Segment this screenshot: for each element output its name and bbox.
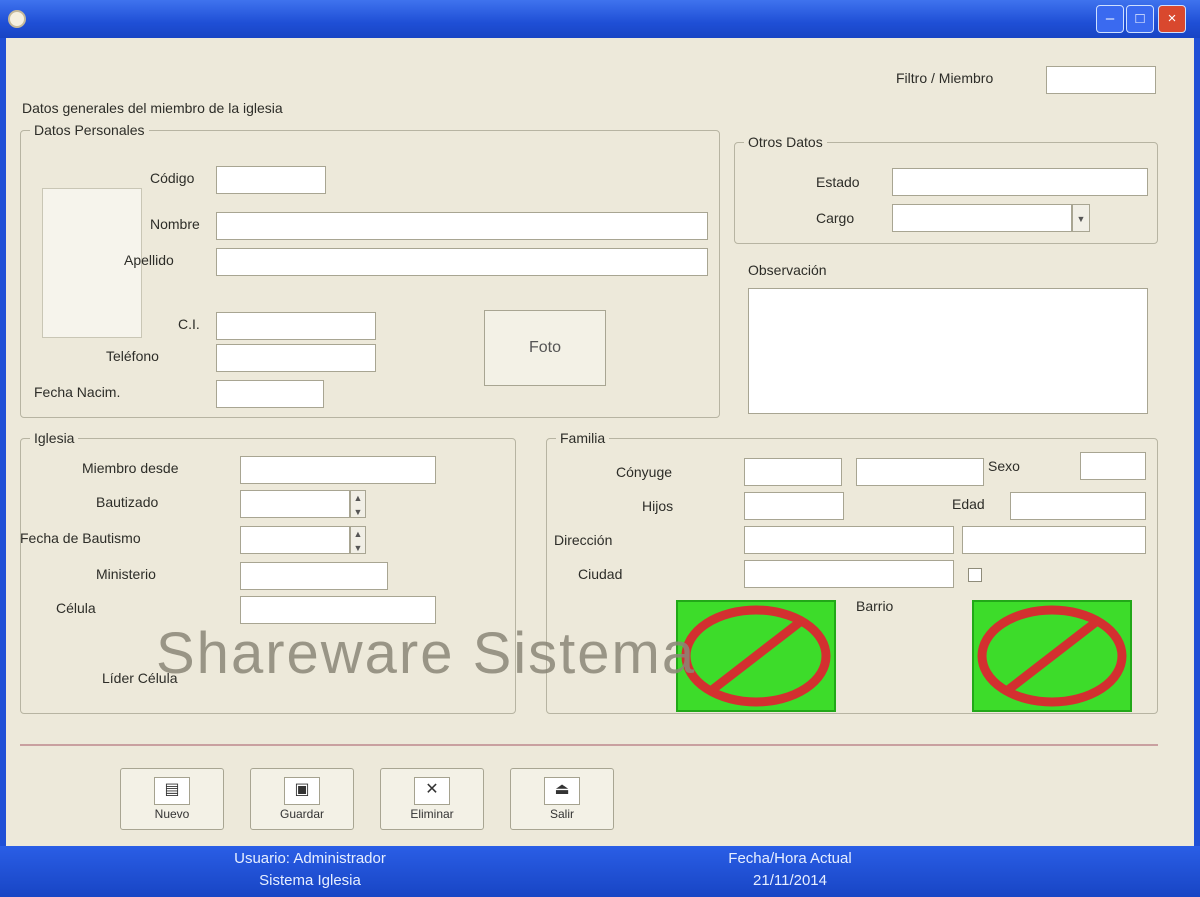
church-field5-label: Célula: [56, 600, 96, 616]
personal-data-legend: Datos Personales: [30, 122, 149, 138]
separator-line: [20, 744, 1158, 746]
no-entry-icon[interactable]: [676, 600, 836, 712]
status-datetime-label: Fecha/Hora Actual: [728, 850, 852, 867]
extra-data-legend: Otros Datos: [744, 134, 827, 150]
delete-icon: ✕: [414, 777, 450, 805]
new-document-icon: ▤: [154, 777, 190, 805]
family-field1b-input[interactable]: [856, 458, 984, 486]
exit-button[interactable]: ⏏ Salir: [510, 768, 614, 830]
last-name-label: Apellido: [124, 252, 174, 268]
family-field7-input[interactable]: [1010, 492, 1146, 520]
church-field4-input[interactable]: [240, 562, 388, 590]
birth-date-input[interactable]: [216, 380, 324, 408]
family-field3-label: Dirección: [554, 532, 613, 548]
family-checkbox[interactable]: [968, 568, 982, 582]
church-field2-spinner-icon[interactable]: ▲ ▼: [350, 490, 366, 518]
app-icon[interactable]: [8, 10, 26, 28]
extra-field1-label: Estado: [816, 174, 860, 190]
photo-button[interactable]: Foto: [484, 310, 606, 386]
save-button-label: Guardar: [279, 807, 325, 821]
new-button-label: Nuevo: [154, 807, 190, 821]
delete-button[interactable]: ✕ Eliminar: [380, 768, 484, 830]
family-field5-label: Barrio: [856, 598, 894, 614]
extra-field2-select[interactable]: [892, 204, 1072, 232]
no-entry-icon-graphic-2: [977, 605, 1127, 707]
family-field2-label: Hijos: [642, 498, 674, 514]
id-input[interactable]: [216, 166, 326, 194]
filter-input[interactable]: [1046, 66, 1156, 94]
church-field3-label: Fecha de Bautismo: [20, 530, 141, 546]
church-field2-label: Bautizado: [96, 494, 159, 510]
church-field4-label: Ministerio: [96, 566, 156, 582]
family-field6-label: Sexo: [988, 458, 1020, 474]
family-field7-label: Edad: [952, 496, 985, 512]
phone-input[interactable]: [216, 344, 376, 372]
ci-input[interactable]: [216, 312, 376, 340]
phone-label: Teléfono: [106, 348, 159, 364]
save-disk-icon: ▣: [284, 777, 320, 805]
close-button[interactable]: ×: [1158, 5, 1186, 33]
save-button[interactable]: ▣ Guardar: [250, 768, 354, 830]
family-field4-label: Ciudad: [578, 566, 623, 582]
status-bar: Usuario: Administrador Sistema Iglesia F…: [0, 846, 1200, 897]
new-button[interactable]: ▤ Nuevo: [120, 768, 224, 830]
maximize-button[interactable]: □: [1126, 5, 1154, 33]
family-field1-label: Cónyuge: [616, 464, 673, 480]
window-client-area: Filtro / Miembro Datos generales del mie…: [6, 38, 1194, 846]
family-field2-input[interactable]: [744, 492, 844, 520]
church-legend: Iglesia: [30, 430, 79, 446]
last-name-input[interactable]: [216, 248, 708, 276]
church-field2-input[interactable]: [240, 490, 350, 518]
watermark-text: Shareware Sistema: [156, 621, 697, 686]
minimize-button[interactable]: –: [1096, 5, 1124, 33]
form-header: Datos generales del miembro de la iglesi…: [22, 100, 283, 116]
notes-label: Observación: [748, 262, 827, 278]
family-field4-input[interactable]: [744, 560, 954, 588]
first-name-input[interactable]: [216, 212, 708, 240]
family-field3-input[interactable]: [744, 526, 954, 554]
family-field6-select[interactable]: [1080, 452, 1146, 480]
church-field1-input[interactable]: [240, 456, 436, 484]
filter-label: Filtro / Miembro: [896, 70, 994, 86]
extra-field1-input[interactable]: [892, 168, 1148, 196]
church-field3-input[interactable]: [240, 526, 350, 554]
ci-label: C.I.: [178, 316, 200, 332]
church-field1-label: Miembro desde: [82, 460, 179, 476]
status-system: Sistema Iglesia: [259, 872, 361, 889]
exit-button-label: Salir: [549, 807, 574, 821]
id-label: Código: [150, 170, 195, 186]
no-entry-icon-graphic: [681, 605, 831, 707]
family-legend: Familia: [556, 430, 610, 446]
title-bar[interactable]: – □ ×: [0, 0, 1200, 38]
first-name-label: Nombre: [150, 216, 200, 232]
notes-textarea[interactable]: [748, 288, 1148, 414]
church-field6-label: Líder Célula: [102, 670, 178, 686]
extra-field2-dropdown-icon[interactable]: ▼: [1072, 204, 1090, 232]
status-user: Usuario: Administrador: [234, 850, 386, 867]
exit-door-icon: ⏏: [544, 777, 580, 805]
family-field3b-input[interactable]: [962, 526, 1146, 554]
church-field3-spinner-icon[interactable]: ▲ ▼: [350, 526, 366, 554]
delete-button-label: Eliminar: [410, 807, 454, 821]
status-date: 21/11/2014: [753, 872, 827, 889]
extra-field2-label: Cargo: [816, 210, 855, 226]
family-field1-input[interactable]: [744, 458, 842, 486]
birth-date-label: Fecha Nacim.: [34, 384, 121, 400]
no-entry-icon-2[interactable]: [972, 600, 1132, 712]
